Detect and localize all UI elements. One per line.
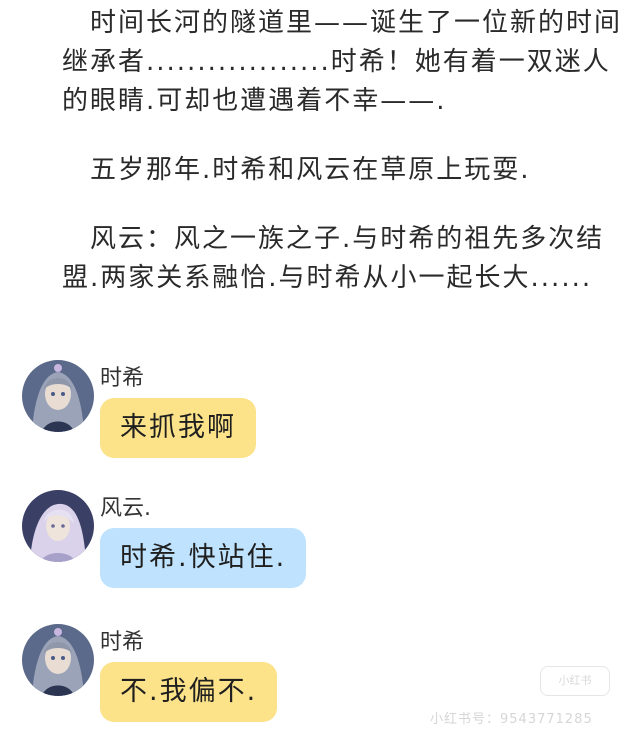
sender-name: 风云. (100, 496, 151, 521)
story-paragraph-2: 五岁那年.时希和风云在草原上玩耍. (90, 155, 531, 185)
story-text: 时间长河的隧道里——诞生了一位新的时间继承者..................… (62, 4, 622, 298)
watermark-logo: 小红书 (540, 666, 610, 696)
shixi-avatar[interactable] (22, 360, 94, 432)
shixi-avatar[interactable] (22, 624, 94, 696)
story-paragraph-3: 风云：风之一族之子.与时希的祖先多次结盟.两家关系融恰.与时希从小一起长大...… (62, 224, 605, 293)
sender-name: 时希 (100, 630, 145, 655)
sender-name: 时希 (100, 366, 145, 391)
message-bubble[interactable]: 不.我偏不. (100, 662, 278, 722)
story-paragraph-1: 时间长河的隧道里——诞生了一位新的时间继承者..................… (62, 8, 623, 116)
message-bubble[interactable]: 来抓我啊 (100, 398, 256, 458)
message-bubble[interactable]: 时希.快站住. (100, 528, 307, 588)
watermark-id: 小红书号：9543771285 (430, 712, 593, 727)
fengyun-avatar[interactable] (22, 490, 94, 562)
